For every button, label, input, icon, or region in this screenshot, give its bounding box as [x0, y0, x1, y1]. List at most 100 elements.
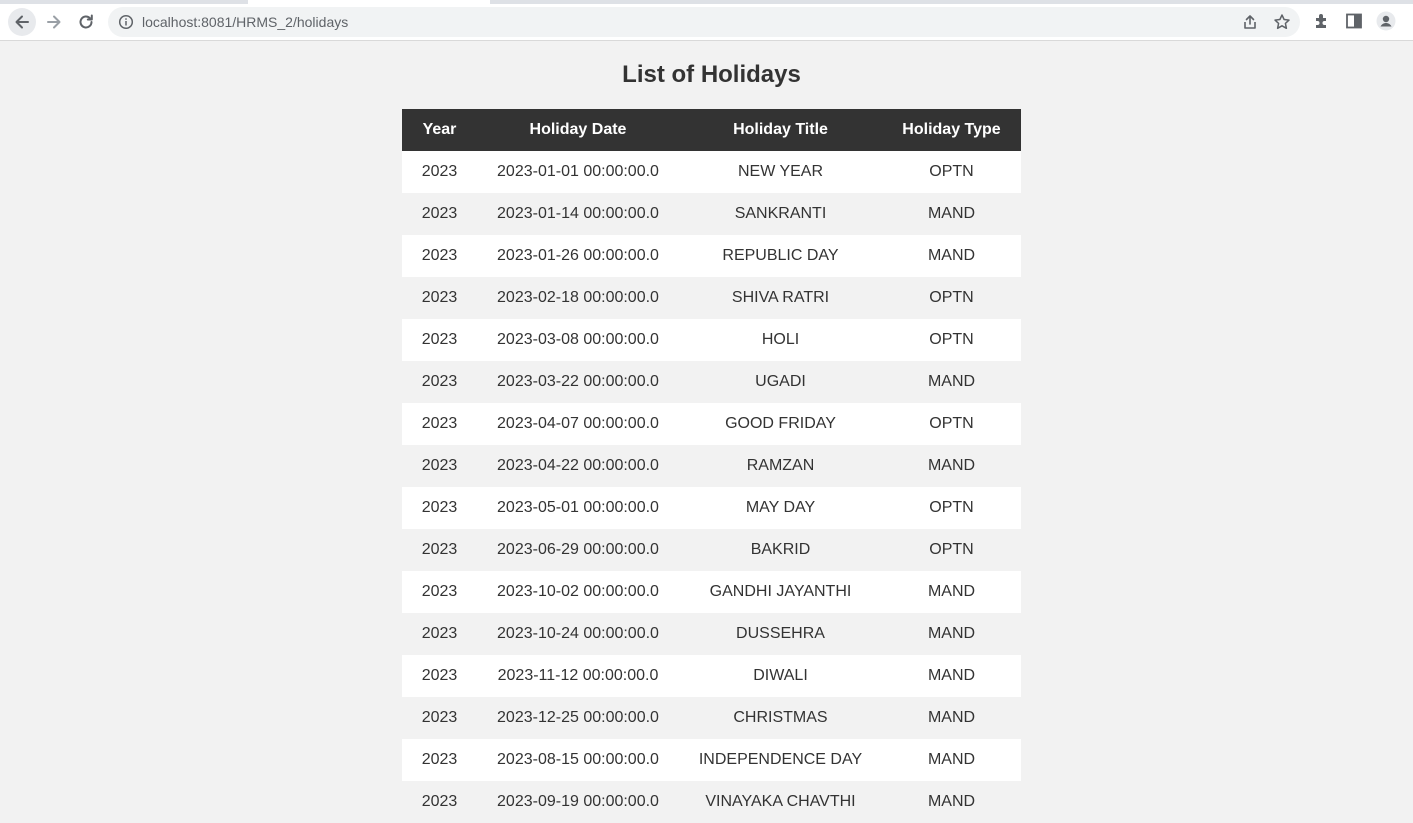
- side-panel-icon[interactable]: [1344, 11, 1364, 31]
- table-row: 2023 2023-10-24 00:00:00.0 DUSSEHRA MAND: [402, 613, 1021, 655]
- cell-holiday-date: 2023-09-19 00:00:00.0: [497, 793, 659, 810]
- cell-year: 2023: [421, 331, 458, 348]
- cell-holiday-type: OPTN: [929, 163, 974, 180]
- table-row: 2023 2023-10-02 00:00:00.0 GANDHI JAYANTHI…: [402, 571, 1021, 613]
- share-icon[interactable]: [1241, 13, 1259, 31]
- cell-holiday-title: DIWALI: [753, 667, 808, 684]
- back-button[interactable]: [8, 8, 36, 36]
- cell-holiday-date: 2023-04-22 00:00:00.0: [497, 457, 659, 474]
- cell-holiday-date: 2023-05-01 00:00:00.0: [497, 499, 659, 516]
- cell-holiday-title: RAMZAN: [746, 457, 815, 474]
- cell-year: 2023: [421, 751, 458, 768]
- column-header-holiday-type: Holiday Type: [882, 109, 1021, 151]
- cell-holiday-type: MAND: [927, 751, 976, 768]
- forward-button[interactable]: [40, 8, 68, 36]
- info-icon[interactable]: [118, 14, 134, 30]
- cell-year: 2023: [421, 415, 458, 432]
- cell-year: 2023: [421, 499, 458, 516]
- table-row: 2023 2023-08-15 00:00:00.0 INDEPENDENCE DA…: [402, 739, 1021, 781]
- cell-year: 2023: [421, 457, 458, 474]
- cell-holiday-title: VINAYAKA CHAVTHI: [705, 793, 856, 810]
- cell-holiday-type: OPTN: [929, 331, 974, 348]
- cell-year: 2023: [421, 205, 458, 222]
- cell-holiday-date: 2023-10-24 00:00:00.0: [497, 625, 659, 642]
- address-bar[interactable]: localhost:8081/HRMS_2/holidays: [108, 7, 1300, 37]
- cell-year: 2023: [421, 163, 458, 180]
- column-header-holiday-date: Holiday Date: [477, 109, 679, 151]
- cell-holiday-title: HOLI: [761, 331, 800, 348]
- cell-year: 2023: [421, 625, 458, 642]
- cell-year: 2023: [421, 709, 458, 726]
- cell-holiday-title: NEW YEAR: [737, 163, 824, 180]
- cell-holiday-date: 2023-01-01 00:00:00.0: [497, 163, 659, 180]
- table-row: 2023 2023-03-08 00:00:00.0 HOLI OPTN: [402, 319, 1021, 361]
- table-row: 2023 2023-05-01 00:00:00.0 MAY DAY OPTN: [402, 487, 1021, 529]
- cell-holiday-date: 2023-01-14 00:00:00.0: [497, 205, 659, 222]
- cell-year: 2023: [421, 247, 458, 264]
- url-text[interactable]: localhost:8081/HRMS_2/holidays: [142, 14, 348, 30]
- table-header: Year Holiday Date Holiday Title Holiday …: [402, 109, 1021, 151]
- cell-holiday-type: MAND: [927, 247, 976, 264]
- table-row: 2023 2023-01-01 00:00:00.0 NEW YEAR OPTN: [402, 151, 1021, 193]
- cell-holiday-date: 2023-06-29 00:00:00.0: [497, 541, 659, 558]
- browser-toolbar: localhost:8081/HRMS_2/holidays: [0, 0, 1413, 41]
- cell-holiday-type: MAND: [927, 793, 976, 810]
- cell-holiday-title: BAKRID: [750, 541, 811, 558]
- cell-holiday-title: UGADI: [755, 373, 806, 390]
- cell-holiday-type: MAND: [927, 205, 976, 222]
- cell-year: 2023: [421, 289, 458, 306]
- table-row: 2023 2023-04-07 00:00:00.0 GOOD FRIDAY OPTN: [402, 403, 1021, 445]
- cell-holiday-title: INDEPENDENCE DAY: [698, 751, 863, 768]
- page-title: List of Holidays: [622, 61, 801, 88]
- cell-year: 2023: [421, 583, 458, 600]
- cell-year: 2023: [421, 373, 458, 390]
- cell-holiday-title: GOOD FRIDAY: [725, 415, 836, 432]
- table-row: 2023 2023-03-22 00:00:00.0 UGADI MAND: [402, 361, 1021, 403]
- holidays-table: Year Holiday Date Holiday Title Holiday …: [402, 109, 1021, 823]
- cell-holiday-title: DUSSEHRA: [736, 625, 825, 642]
- reload-button[interactable]: [72, 8, 100, 36]
- cell-holiday-date: 2023-11-12 00:00:00.0: [497, 667, 659, 684]
- cell-holiday-type: MAND: [927, 457, 976, 474]
- cell-holiday-type: MAND: [927, 583, 976, 600]
- table-body: 2023 2023-01-01 00:00:00.0 NEW YEAR OPTN 202…: [402, 151, 1021, 823]
- forward-icon: [47, 15, 61, 29]
- cell-holiday-title: SANKRANTI: [734, 205, 827, 222]
- cell-holiday-date: 2023-03-22 00:00:00.0: [497, 373, 659, 390]
- cell-year: 2023: [421, 541, 458, 558]
- cell-holiday-title: MAY DAY: [745, 499, 816, 516]
- cell-holiday-type: MAND: [927, 373, 976, 390]
- cell-holiday-type: OPTN: [929, 541, 974, 558]
- cell-holiday-type: OPTN: [929, 289, 974, 306]
- cell-holiday-date: 2023-12-25 00:00:00.0: [497, 709, 659, 726]
- cell-holiday-title: GANDHI JAYANTHI: [709, 583, 852, 600]
- table-row: 2023 2023-09-19 00:00:00.0 VINAYAKA CHAVTH…: [402, 781, 1021, 823]
- profile-icon[interactable]: [1376, 11, 1396, 31]
- cell-holiday-type: MAND: [927, 667, 976, 684]
- column-header-holiday-title: Holiday Title: [679, 109, 882, 151]
- cell-holiday-date: 2023-02-18 00:00:00.0: [497, 289, 659, 306]
- back-icon: [15, 15, 29, 29]
- table-row: 2023 2023-01-14 00:00:00.0 SANKRANTI MAND: [402, 193, 1021, 235]
- star-icon[interactable]: [1273, 13, 1291, 31]
- cell-holiday-date: 2023-08-15 00:00:00.0: [497, 751, 659, 768]
- cell-holiday-title: CHRISTMAS: [733, 709, 828, 726]
- tab-strip: [0, 0, 1413, 4]
- cell-holiday-type: OPTN: [929, 499, 974, 516]
- reload-icon: [79, 14, 93, 29]
- table-row: 2023 2023-02-18 00:00:00.0 SHIVA RATRI OPTN: [402, 277, 1021, 319]
- table-row: 2023 2023-11-12 00:00:00.0 DIWALI MAND: [402, 655, 1021, 697]
- cell-holiday-date: 2023-04-07 00:00:00.0: [497, 415, 659, 432]
- cell-holiday-type: MAND: [927, 625, 976, 642]
- table-row: 2023 2023-06-29 00:00:00.0 BAKRID OPTN: [402, 529, 1021, 571]
- cell-holiday-date: 2023-01-26 00:00:00.0: [497, 247, 659, 264]
- cell-holiday-title: REPUBLIC DAY: [722, 247, 839, 264]
- table-row: 2023 2023-12-25 00:00:00.0 CHRISTMAS MAND: [402, 697, 1021, 739]
- cell-holiday-date: 2023-03-08 00:00:00.0: [497, 331, 659, 348]
- cell-holiday-type: MAND: [927, 709, 976, 726]
- cell-holiday-type: OPTN: [929, 415, 974, 432]
- header-row: Year Holiday Date Holiday Title Holiday …: [402, 109, 1021, 151]
- active-tab[interactable]: [248, 0, 490, 4]
- cell-holiday-date: 2023-10-02 00:00:00.0: [497, 583, 659, 600]
- extensions-icon[interactable]: [1312, 11, 1332, 31]
